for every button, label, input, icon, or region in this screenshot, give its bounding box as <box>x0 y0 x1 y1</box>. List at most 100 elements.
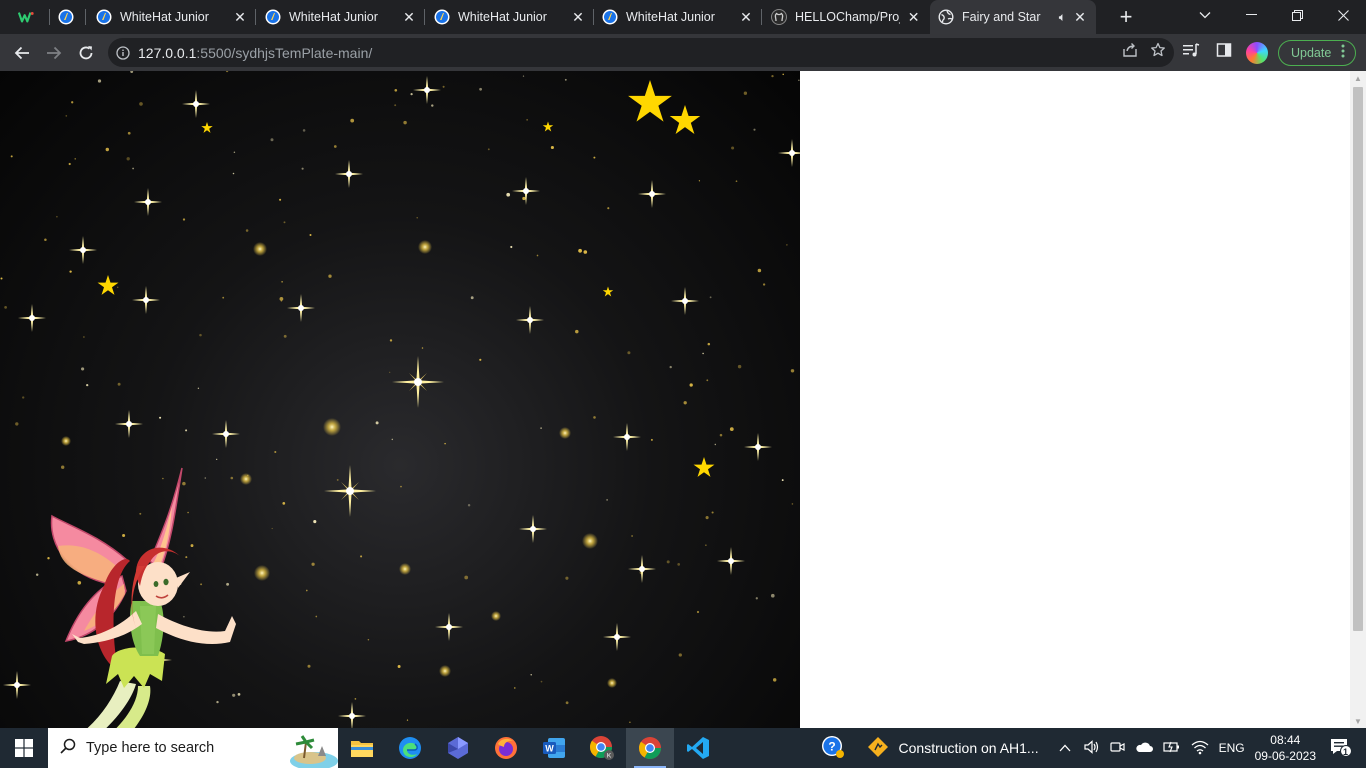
dust-speck <box>10 155 13 158</box>
sparkle <box>212 420 240 448</box>
tab-fairy-and-star[interactable]: Fairy and Star 🔈︎ ✕ <box>930 0 1096 34</box>
share-icon[interactable] <box>1122 42 1138 63</box>
news-widget[interactable]: Construction on AH1... <box>867 736 1039 761</box>
close-window-button[interactable] <box>1320 0 1366 30</box>
sparkle <box>671 287 699 315</box>
sparkle <box>638 180 666 208</box>
taskbar-search[interactable]: Type here to search <box>48 728 338 768</box>
site-info-icon[interactable] <box>108 45 138 60</box>
dust-speck <box>565 701 569 705</box>
chevron-up-icon[interactable] <box>1059 741 1071 755</box>
firefox-icon[interactable] <box>482 728 530 768</box>
dust-speck <box>786 244 788 246</box>
tab-close-icon[interactable]: ✕ <box>738 9 754 25</box>
tab-whitehat-pinned[interactable] <box>10 0 50 34</box>
sparkle <box>182 90 210 118</box>
dust-speck <box>397 665 401 668</box>
notification-center-icon[interactable]: 1 <box>1330 737 1352 760</box>
fairy-sprite[interactable] <box>50 467 236 728</box>
media-controls-icon[interactable] <box>1182 42 1200 63</box>
tab-close-icon[interactable]: ✕ <box>1072 9 1088 25</box>
volume-icon[interactable] <box>1083 739 1099 758</box>
dust-speck <box>431 104 434 107</box>
minimize-button[interactable] <box>1228 0 1274 30</box>
onedrive-icon[interactable] <box>1135 740 1153 757</box>
tab-close-icon[interactable]: ✕ <box>232 9 248 25</box>
help-icon[interactable]: ? <box>821 735 845 762</box>
url-text[interactable]: 127.0.0.1:5500/sydhjsTemPlate-main/ <box>138 45 372 61</box>
tab-strip: WhiteHat Junior ✕ WhiteHat Junior ✕ Whit… <box>0 0 1366 34</box>
scroll-down-arrow-icon[interactable]: ▼ <box>1350 714 1366 728</box>
dust-speck <box>65 115 68 117</box>
update-button[interactable]: Update <box>1278 39 1357 66</box>
chrome-profile-icon[interactable]: K <box>578 728 626 768</box>
edge-icon[interactable] <box>386 728 434 768</box>
svg-text:K: K <box>607 753 612 760</box>
meet-now-icon[interactable] <box>1109 739 1125 758</box>
sparkle <box>132 286 160 314</box>
tab-whitehat-4[interactable]: WhiteHat Junior ✕ <box>594 0 762 34</box>
start-button[interactable] <box>0 728 48 768</box>
word-icon[interactable]: W <box>530 728 578 768</box>
dust-speck <box>607 207 610 210</box>
speaker-icon[interactable]: 🔈︎ <box>1059 10 1066 25</box>
star-sprite <box>542 121 554 132</box>
dust-speck <box>282 502 286 505</box>
chrome-icon[interactable] <box>626 728 674 768</box>
more-menu-icon[interactable] <box>1341 44 1345 61</box>
restore-button[interactable] <box>1274 0 1320 30</box>
copilot-icon[interactable] <box>434 728 482 768</box>
dust-speck <box>762 283 766 286</box>
wifi-icon[interactable] <box>1191 739 1209 758</box>
dust-speck <box>706 379 709 382</box>
dust-speck <box>185 556 188 559</box>
new-tab-button[interactable]: + <box>1112 3 1140 31</box>
dust-speck <box>190 544 194 548</box>
tab-whitehat-2[interactable]: WhiteHat Junior ✕ <box>257 0 425 34</box>
dust-speck <box>226 582 230 586</box>
tab-whitehat-3[interactable]: WhiteHat Junior ✕ <box>426 0 594 34</box>
tab-search-chevron-icon[interactable] <box>1182 0 1228 30</box>
tab-close-icon[interactable]: ✕ <box>570 9 586 25</box>
vscode-icon[interactable] <box>674 728 722 768</box>
dust-speck <box>274 450 277 454</box>
page-scrollbar[interactable]: ▲ ▼ <box>1350 71 1366 728</box>
side-panel-icon[interactable] <box>1216 42 1232 63</box>
whitehat-jr-icon <box>602 9 618 25</box>
dust-speck <box>683 401 687 405</box>
dust-speck <box>199 333 202 337</box>
dust-speck <box>772 678 777 682</box>
back-button[interactable] <box>6 37 38 69</box>
game-canvas[interactable] <box>0 71 800 728</box>
toolbar-actions: Update <box>1182 34 1357 71</box>
sparkle <box>413 76 441 104</box>
address-bar[interactable]: 127.0.0.1:5500/sydhjsTemPlate-main/ <box>108 38 1174 67</box>
sparkle <box>335 160 363 188</box>
dust-speck <box>139 102 143 106</box>
profile-avatar[interactable] <box>1246 41 1268 64</box>
scrollbar-thumb[interactable] <box>1353 87 1363 631</box>
dust-speck <box>403 120 407 125</box>
dust-speck <box>526 119 528 121</box>
tab-close-icon[interactable]: ✕ <box>906 9 921 25</box>
tab-close-icon[interactable]: ✕ <box>401 9 417 25</box>
battery-icon[interactable] <box>1162 740 1181 757</box>
tab-whitehat-1[interactable]: WhiteHat Junior ✕ <box>88 0 256 34</box>
dust-speck <box>791 503 794 505</box>
dust-speck <box>737 364 742 369</box>
dust-speck <box>360 555 363 558</box>
sparkle <box>628 555 656 583</box>
tab-whitehat-pinned-2[interactable] <box>50 0 86 34</box>
dust-speck <box>74 158 76 160</box>
clock[interactable]: 08:44 09-06-2023 <box>1255 732 1316 764</box>
bookmark-star-icon[interactable] <box>1150 42 1166 63</box>
dust-speck <box>130 71 134 74</box>
forward-button[interactable] <box>38 37 70 69</box>
scroll-up-arrow-icon[interactable]: ▲ <box>1350 71 1366 85</box>
tab-github[interactable]: HELLOChamp/Proje ✕ <box>763 0 929 34</box>
reload-button[interactable] <box>70 37 102 69</box>
language-indicator[interactable]: ENG <box>1219 741 1245 755</box>
update-label: Update <box>1291 45 1332 60</box>
dust-speck <box>506 192 511 197</box>
file-explorer-icon[interactable] <box>338 728 386 768</box>
